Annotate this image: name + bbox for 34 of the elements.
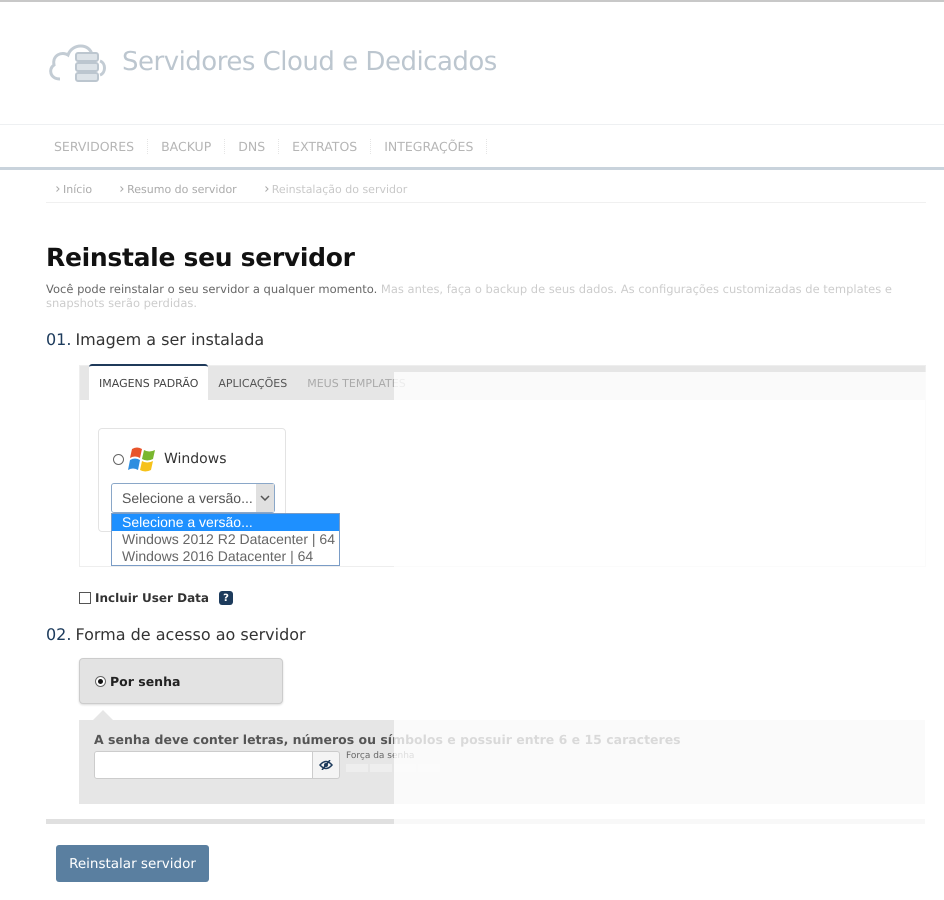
dropdown-option[interactable]: Windows 2012 R2 Datacenter | 64 (112, 531, 339, 548)
chevron-icon (120, 186, 124, 192)
nav-link[interactable]: BACKUP (153, 138, 226, 154)
caret-icon (260, 495, 270, 501)
dropdown-option[interactable]: Selecione a versão... (112, 514, 339, 531)
section-title: Imagem a ser instalada (75, 330, 264, 349)
breadcrumb-link[interactable]: Resumo do servidor (127, 182, 237, 196)
radio-button[interactable] (113, 454, 124, 464)
password-field[interactable] (94, 751, 313, 779)
tab[interactable]: IMAGENS PADRÃO (89, 364, 208, 400)
section-title: Forma de acesso ao servidor (75, 625, 306, 644)
nav-link[interactable]: EXTRATOS (284, 138, 372, 154)
radio-button[interactable] (95, 676, 106, 686)
checkbox[interactable] (79, 592, 91, 604)
access-option-card[interactable]: Por senha (79, 658, 283, 704)
chevron-icon (264, 186, 269, 192)
eye-toggle-button[interactable] (313, 751, 340, 779)
os-name: Windows (164, 451, 226, 467)
page-title: Reinstale seu servidor (46, 243, 356, 272)
nav-link[interactable]: INTEGRAÇÕES (376, 138, 488, 154)
dropdown-option[interactable]: Windows 2016 Datacenter | 64 (112, 548, 339, 565)
tab[interactable]: APLICAÇÕES (208, 366, 298, 400)
option-label: Por senha (110, 674, 180, 688)
chevron-icon (56, 186, 60, 192)
site-title: Servidores Cloud e Dedicados (122, 47, 497, 77)
checkbox-label: Incluir User Data (95, 591, 209, 605)
reinstall-button[interactable]: Reinstalar servidor (56, 845, 209, 882)
section-number: 01. (46, 330, 72, 349)
nav-link[interactable]: SERVIDORES (46, 138, 148, 154)
eye-slash-icon (319, 760, 333, 770)
nav-link[interactable]: DNS (230, 138, 280, 154)
section-number: 02. (46, 625, 72, 644)
breadcrumb-link[interactable]: Início (63, 182, 92, 196)
help-badge[interactable]: ? (219, 591, 233, 605)
